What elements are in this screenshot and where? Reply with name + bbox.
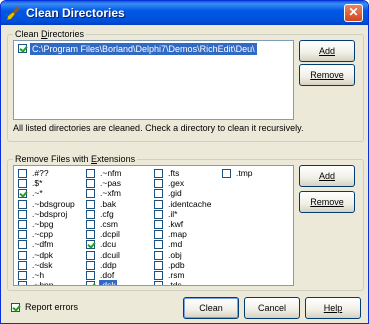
extension-checkbox[interactable] — [154, 220, 163, 229]
title-bar: Clean Directories ✕ — [1, 1, 368, 25]
extension-checkbox[interactable] — [154, 281, 163, 285]
report-errors-label: Report errors — [25, 302, 79, 312]
extension-checkbox[interactable] — [154, 179, 163, 189]
extension-checkbox[interactable] — [154, 260, 163, 270]
clean-directories-dialog: Clean Directories ✕ Clean Directories C:… — [0, 0, 369, 324]
add-directory-button[interactable]: Add — [299, 40, 355, 62]
extension-checkbox[interactable] — [86, 220, 95, 229]
extension-checkbox[interactable] — [86, 209, 95, 219]
extension-checkbox[interactable] — [18, 199, 27, 209]
extension-label: .tmp — [236, 168, 253, 178]
extension-checkbox[interactable] — [86, 260, 95, 270]
extension-checkbox[interactable] — [154, 250, 163, 260]
extension-checkbox[interactable] — [18, 189, 27, 199]
extension-checkbox[interactable] — [86, 179, 95, 189]
extension-checkbox[interactable] — [86, 250, 95, 260]
extension-checkbox[interactable] — [18, 209, 27, 219]
extension-checkbox[interactable] — [154, 271, 163, 280]
extension-checkbox[interactable] — [86, 271, 95, 280]
directory-checkbox[interactable] — [18, 44, 27, 53]
extension-checkbox[interactable] — [86, 199, 95, 209]
extensions-legend: Remove Files with Extensions — [13, 154, 138, 165]
extension-checkbox[interactable] — [18, 169, 27, 178]
extension-checkbox[interactable] — [86, 240, 95, 250]
extension-checkbox[interactable] — [154, 209, 163, 219]
clean-directories-legend: Clean Directories — [13, 29, 87, 40]
extension-checkbox[interactable] — [86, 281, 95, 285]
directory-item[interactable]: C:\Program Files\Borland\Delphi7\Demos\R… — [16, 43, 292, 55]
broom-icon — [6, 6, 20, 21]
extension-checkbox[interactable] — [154, 189, 163, 199]
report-errors-check[interactable] — [11, 303, 20, 312]
extension-label: .dsk — [99, 280, 117, 285]
remove-extension-button[interactable]: Remove — [299, 191, 355, 213]
extension-checkbox[interactable] — [154, 199, 163, 209]
extension-checkbox[interactable] — [18, 220, 27, 229]
extension-checkbox[interactable] — [18, 271, 27, 280]
extension-checkbox[interactable] — [18, 281, 27, 285]
extension-checkbox[interactable] — [222, 169, 231, 178]
extension-checkbox[interactable] — [18, 240, 27, 250]
clean-button[interactable]: Clean — [183, 297, 239, 319]
extension-checkbox[interactable] — [154, 230, 163, 240]
add-extension-button[interactable]: Add — [299, 165, 355, 187]
close-icon: ✕ — [348, 5, 359, 19]
remove-directory-button[interactable]: Remove — [299, 64, 355, 86]
extension-label: .tds — [168, 280, 182, 286]
extension-checkbox[interactable] — [86, 230, 95, 240]
cancel-button[interactable]: Cancel — [244, 297, 300, 319]
extension-checkbox[interactable] — [18, 250, 27, 260]
window-title: Clean Directories — [26, 6, 125, 20]
extension-checkbox[interactable] — [86, 169, 95, 178]
directory-path: C:\Program Files\Borland\Delphi7\Demos\R… — [30, 43, 257, 55]
extension-checkbox[interactable] — [18, 230, 27, 240]
extension-checkbox[interactable] — [154, 169, 163, 178]
extension-checkbox[interactable] — [18, 260, 27, 270]
extensions-list[interactable]: .#?? .$* .~* .~bdsgroup .~bdsproj .~bpg .~cpp.… — [13, 165, 294, 286]
extension-checkbox[interactable] — [18, 179, 27, 189]
extension-checkbox[interactable] — [86, 189, 95, 199]
close-button[interactable]: ✕ — [344, 4, 363, 22]
directories-info-text: All listed directories are cleaned. Chec… — [13, 123, 304, 133]
extension-checkbox[interactable] — [154, 240, 163, 250]
directories-list[interactable]: C:\Program Files\Borland\Delphi7\Demos\R… — [13, 40, 294, 120]
extension-label: .~hpp — [32, 280, 54, 286]
help-button[interactable]: Help — [305, 297, 361, 319]
